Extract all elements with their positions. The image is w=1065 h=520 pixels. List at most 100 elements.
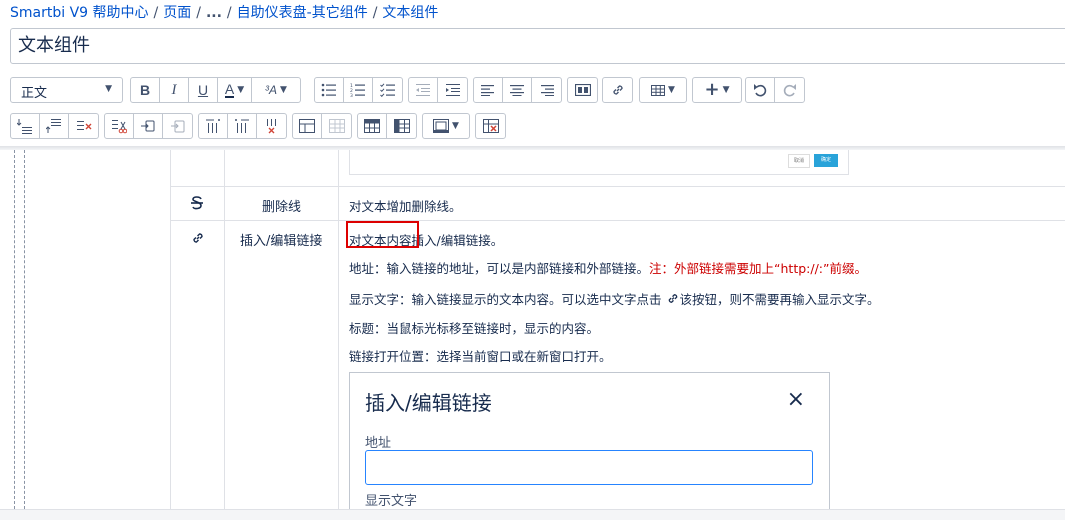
- breadcrumb-pages-link[interactable]: 页面: [163, 5, 191, 21]
- external-link-note: 注：外部链接需要加上“http://:”前缀。: [649, 261, 867, 276]
- insert-column-before-button[interactable]: [199, 114, 228, 138]
- paragraph-style-select[interactable]: 正文 ▼: [10, 77, 123, 103]
- delete-table-button[interactable]: [476, 114, 505, 138]
- breadcrumb-ellipsis[interactable]: ...: [206, 5, 222, 21]
- table-icon: [651, 84, 666, 96]
- link-desc-line-2: 地址：输入链接的地址，可以是内部链接和外部链接。注：外部链接需要加上“http:…: [349, 261, 867, 276]
- table-group: ▼: [639, 77, 687, 103]
- indent-button[interactable]: [438, 78, 467, 102]
- numbered-list-button[interactable]: 123: [344, 78, 373, 102]
- task-list-button[interactable]: [373, 78, 402, 102]
- row-ops-group: [10, 113, 99, 139]
- insert-row-after-button[interactable]: [40, 114, 69, 138]
- cell-color-icon: [433, 119, 450, 133]
- address-input: [365, 450, 813, 485]
- table-border-left: [170, 150, 171, 519]
- merge-cells-button[interactable]: [293, 114, 322, 138]
- table-cell-name: 删除线: [262, 200, 302, 215]
- breadcrumb: Smartbi V9 帮助中心 / 页面 /... / 自助仪表盘-其它组件 / 文本组件: [10, 5, 439, 21]
- align-left-icon: [481, 85, 494, 96]
- align-left-button[interactable]: [474, 78, 503, 102]
- page-title-input[interactable]: 文本组件: [10, 28, 1065, 64]
- insert-group: + ▼: [692, 77, 742, 103]
- paste-row-button[interactable]: [163, 114, 192, 138]
- insert-column-before-icon: [206, 119, 220, 133]
- bullet-list-button[interactable]: [315, 78, 344, 102]
- cut-row-icon: [112, 120, 127, 134]
- history-group: [745, 77, 805, 103]
- breadcrumb-space-link[interactable]: Smartbi V9 帮助中心: [10, 5, 149, 21]
- cut-row-button[interactable]: [105, 114, 134, 138]
- svg-text:3: 3: [350, 93, 353, 97]
- editor-content[interactable]: 取消 确定 删除线 对文本增加删除线。 插入/编辑链接 对文本内容插入/编辑链接…: [0, 150, 1065, 519]
- table-border-col1: [224, 150, 225, 519]
- status-bar: [0, 509, 1065, 520]
- insert-row-before-button[interactable]: [11, 114, 40, 138]
- link-icon: [666, 292, 680, 308]
- underline-icon: U: [197, 82, 209, 98]
- italic-icon: I: [171, 81, 177, 98]
- dialog-title: 插入/编辑链接: [365, 391, 492, 415]
- split-cells-button[interactable]: [322, 114, 351, 138]
- text-format-group: B I U A ▼ ³A ▼: [130, 77, 301, 103]
- layout-group: [567, 77, 598, 103]
- link-group: [602, 77, 633, 103]
- page-layout-button[interactable]: [568, 78, 597, 102]
- breadcrumb-parent-link[interactable]: 自助仪表盘-其它组件: [237, 5, 368, 21]
- cell-color-button[interactable]: ▼: [423, 114, 469, 138]
- table-button[interactable]: ▼: [640, 78, 686, 102]
- redo-button[interactable]: [775, 78, 804, 102]
- paragraph-style-value: 正文: [21, 86, 48, 101]
- close-icon: ×: [786, 387, 805, 412]
- header-column-button[interactable]: [387, 114, 416, 138]
- chevron-down-icon: ▼: [722, 85, 730, 95]
- delete-table-group: [475, 113, 506, 139]
- link-desc-line-4: 标题：当鼠标光标移至链接时，显示的内容。: [349, 321, 600, 336]
- undo-icon: [753, 84, 766, 97]
- align-center-button[interactable]: [503, 78, 532, 102]
- delete-column-icon: [266, 119, 276, 134]
- chevron-down-icon: ▼: [452, 121, 459, 131]
- task-list-icon: [379, 83, 395, 97]
- column-ops-group: [198, 113, 287, 139]
- insert-row-before-icon: [17, 119, 32, 134]
- address-label: 地址: [365, 436, 392, 451]
- delete-column-button[interactable]: [257, 114, 286, 138]
- outdent-icon: [416, 84, 430, 96]
- layout-column-guide: [24, 150, 25, 519]
- undo-button[interactable]: [746, 78, 775, 102]
- outdent-button[interactable]: [409, 78, 438, 102]
- link-icon: [612, 85, 623, 95]
- merge-cells-icon: [299, 119, 315, 133]
- page-margin-guide: [14, 150, 15, 519]
- text-color-button[interactable]: A ▼: [218, 78, 252, 102]
- header-row-icon: [364, 119, 380, 133]
- redo-icon: [783, 84, 796, 97]
- cell-color-group: ▼: [422, 113, 470, 139]
- display-text-label: 显示文字: [365, 494, 418, 509]
- bold-button[interactable]: B: [131, 78, 160, 102]
- text-format-more-button[interactable]: ³A ▼: [252, 78, 300, 102]
- link-button[interactable]: [603, 78, 632, 102]
- table-row-divider: [170, 186, 1065, 187]
- copy-row-button[interactable]: [134, 114, 163, 138]
- chevron-down-icon: ▼: [105, 84, 112, 94]
- split-cells-icon: [328, 119, 345, 133]
- numbered-list-icon: 123: [350, 83, 365, 97]
- insert-more-button[interactable]: + ▼: [693, 78, 741, 102]
- breadcrumb-current-link[interactable]: 文本组件: [382, 5, 438, 21]
- bold-icon: B: [139, 82, 151, 98]
- insert-column-after-button[interactable]: [228, 114, 257, 138]
- screenshot-form-fragment: 取消 确定: [349, 150, 849, 175]
- delete-row-button[interactable]: [69, 114, 98, 138]
- plus-icon: +: [704, 79, 720, 100]
- header-row-button[interactable]: [358, 114, 387, 138]
- header-column-icon: [393, 119, 410, 133]
- table-cell-name: 插入/编辑链接: [240, 234, 323, 249]
- strikethrough-icon: [190, 195, 204, 215]
- chevron-down-icon: ▼: [280, 85, 287, 95]
- align-right-button[interactable]: [532, 78, 561, 102]
- cell-merge-group: [292, 113, 352, 139]
- underline-button[interactable]: U: [189, 78, 218, 102]
- italic-button[interactable]: I: [160, 78, 189, 102]
